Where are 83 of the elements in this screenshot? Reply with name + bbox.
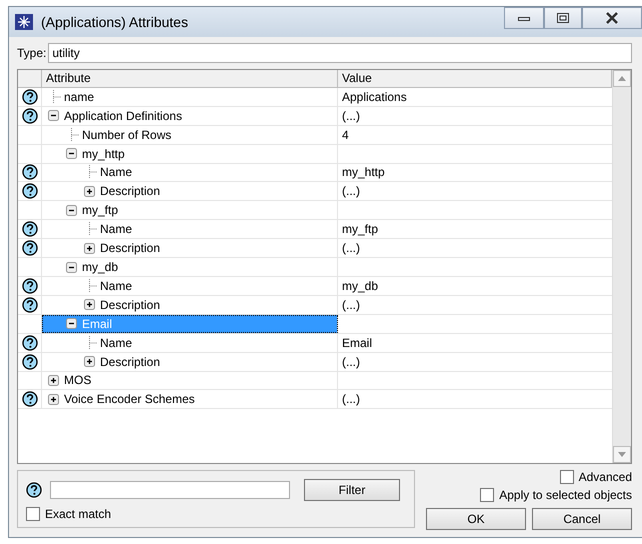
column-header[interactable]: Attribute [42, 70, 338, 88]
maximize-icon [557, 13, 569, 23]
expand-icon[interactable] [84, 356, 95, 368]
tree-connector-icon [88, 278, 97, 293]
tree-connector-icon [70, 128, 79, 142]
value-cell[interactable]: (...) [338, 239, 612, 258]
attribute-cell[interactable]: Name [42, 334, 338, 352]
attribute-cell[interactable]: Application Definitions [42, 106, 338, 125]
tree-connector-icon [52, 90, 61, 104]
value-cell[interactable]: (...) [338, 106, 612, 125]
filter-field[interactable] [50, 481, 290, 499]
tree-connector-icon [88, 336, 97, 350]
attribute-cell[interactable]: MOS [42, 372, 338, 390]
value-cell[interactable]: my_http [338, 164, 612, 182]
maximize-button[interactable] [544, 7, 582, 29]
tree-connector-icon [88, 165, 97, 180]
help-icon[interactable] [22, 354, 38, 370]
help-icon[interactable] [22, 164, 38, 180]
scroll-down-button[interactable] [613, 446, 631, 463]
expand-icon[interactable] [84, 299, 95, 310]
help-icon[interactable] [22, 183, 38, 200]
value-cell[interactable]: Applications [338, 88, 612, 106]
down-arrow-icon [618, 452, 626, 457]
expand-icon[interactable] [48, 394, 59, 405]
up-arrow-icon [618, 76, 626, 81]
attribute-cell[interactable]: Number of Rows [42, 126, 338, 144]
option-label: Apply to selected objects [499, 488, 632, 502]
attribute-cell[interactable]: Voice Encoder Schemes [42, 390, 338, 408]
help-icon[interactable] [22, 240, 38, 256]
help-icon[interactable] [22, 221, 38, 238]
attribute-cell[interactable]: Name [42, 164, 338, 182]
expand-icon[interactable] [84, 242, 95, 254]
filter-button[interactable]: Filter [304, 479, 400, 501]
help-icon[interactable] [22, 391, 38, 408]
value-cell[interactable]: (...) [338, 390, 612, 408]
collapse-icon[interactable] [48, 110, 59, 122]
collapse-icon[interactable] [66, 148, 77, 160]
help-icon[interactable] [22, 334, 38, 351]
attribute-cell[interactable]: my_ftp [42, 201, 338, 220]
value-cell[interactable]: (...) [338, 182, 612, 200]
exact-match-label: Exact match [45, 507, 112, 521]
star-app-icon [15, 14, 33, 30]
help-icon[interactable] [22, 108, 38, 124]
window-title: (Applications) Attributes [41, 14, 190, 30]
option-checkbox[interactable] [560, 470, 574, 484]
value-cell[interactable]: Email [338, 334, 612, 352]
attribute-cell[interactable]: Description [42, 239, 338, 258]
minimize-button[interactable] [504, 7, 544, 29]
attribute-cell[interactable]: Description [42, 182, 338, 200]
value-cell[interactable]: my_ftp [338, 220, 612, 238]
option-checkbox[interactable] [480, 488, 494, 502]
help-icon[interactable] [22, 278, 38, 294]
help-icon[interactable] [22, 88, 38, 105]
value-cell[interactable]: (...) [338, 352, 612, 370]
attribute-cell[interactable]: my_db [42, 258, 338, 276]
type-field[interactable]: utility [48, 43, 632, 63]
type-label: Type: [17, 46, 46, 60]
value-cell[interactable]: (...) [338, 296, 612, 314]
expand-icon[interactable] [48, 374, 59, 386]
attribute-cell[interactable]: Name [42, 276, 338, 295]
expand-icon[interactable] [84, 186, 95, 197]
tree-connector-icon [88, 222, 97, 236]
attribute-cell[interactable]: Description [42, 352, 338, 370]
dialog-button[interactable]: OK [426, 508, 526, 530]
close-button[interactable] [582, 7, 642, 29]
close-icon [605, 12, 619, 24]
value-cell[interactable]: 4 [338, 126, 612, 144]
help-icon[interactable] [22, 296, 38, 313]
attribute-cell[interactable]: my_http [42, 144, 338, 163]
attribute-cell[interactable]: Description [42, 296, 338, 314]
option-label: Advanced [578, 470, 632, 484]
scroll-up-button[interactable] [613, 70, 631, 87]
dialog-button[interactable]: Cancel [532, 508, 632, 530]
attribute-cell[interactable]: name [42, 88, 338, 106]
collapse-icon[interactable] [66, 318, 77, 330]
minimize-icon [518, 15, 530, 21]
value-cell[interactable]: my_db [338, 276, 612, 295]
help-icon[interactable] [26, 482, 42, 498]
collapse-icon[interactable] [66, 204, 77, 216]
exact-match-checkbox[interactable] [26, 507, 40, 521]
attribute-cell[interactable]: Name [42, 220, 338, 238]
collapse-icon[interactable] [66, 262, 77, 273]
column-header[interactable]: Value [338, 70, 612, 88]
